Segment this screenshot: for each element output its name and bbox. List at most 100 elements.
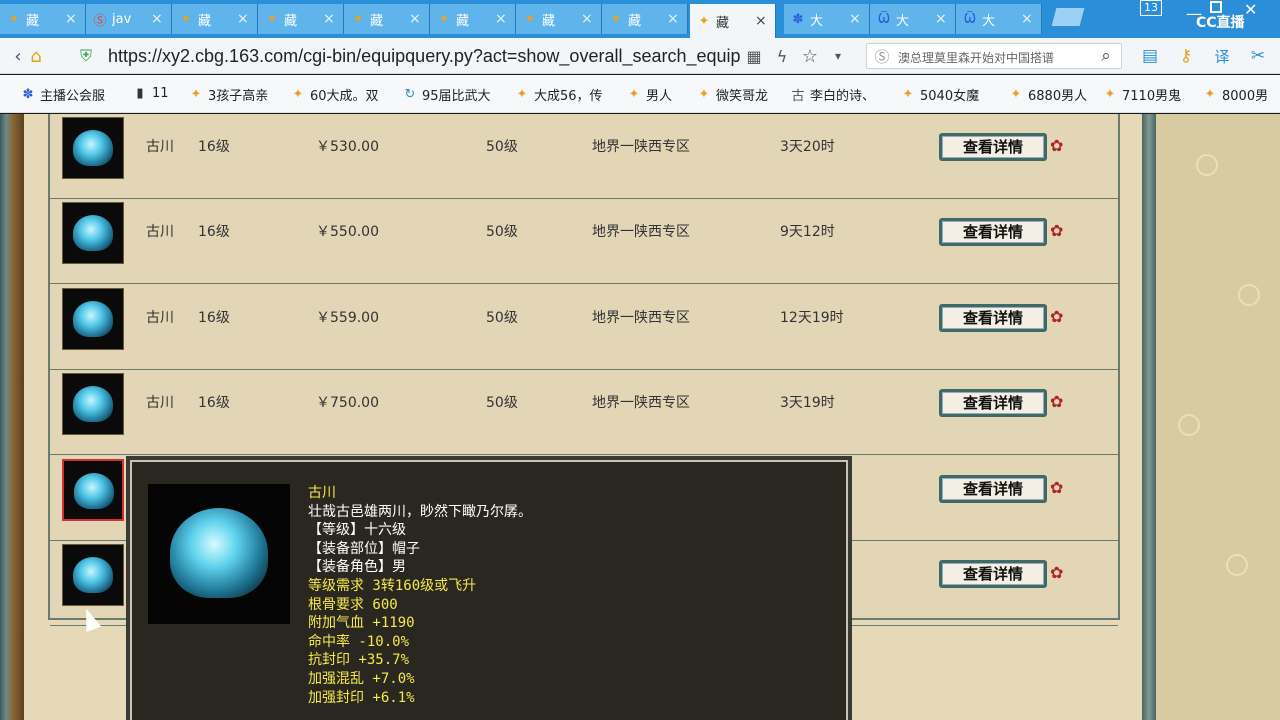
tab-close-icon[interactable]: × xyxy=(237,11,253,27)
tab-7[interactable]: ✦ 藏 × xyxy=(602,4,688,34)
poem-icon: 古 xyxy=(791,89,805,104)
view-details-button[interactable]: 查看详情 xyxy=(939,475,1047,503)
item-thumbnail[interactable] xyxy=(62,459,124,521)
tab-9[interactable]: ✽ 大 × xyxy=(784,4,870,34)
game-tab-icon: ✦ xyxy=(292,87,304,102)
bookmarks-bar: ✽ 主播公会服 ▮ 11 ✦ 3孩子高亲 ✦ 60大成。双 ↻ 95届比武大 ✦ 大成56，传 ✦ 男人 ✦… xyxy=(0,75,1280,113)
tab-8[interactable]: ✦ 藏 × xyxy=(690,4,776,38)
url-input[interactable]: https://xy2.cbg.163.com/cgi-bin/equipque… xyxy=(108,46,741,67)
bookmark-item[interactable]: ✦ 60大成。双 xyxy=(290,85,379,104)
tab-label: 藏 xyxy=(198,13,212,29)
tab-close-icon[interactable]: × xyxy=(323,11,339,27)
secure-shield-icon[interactable]: ⛨ xyxy=(74,44,98,68)
table-row[interactable]: 古川 16级 ￥550.00 50级 地界一陕西专区 9天12时 查看详情 ✿ xyxy=(50,199,1118,284)
favorite-star-icon[interactable]: ☆ xyxy=(798,44,822,68)
search-suggestion[interactable]: 澳总理莫里森开始对中国搭谱 xyxy=(898,49,1094,66)
tab-0[interactable]: ✦ 藏 × xyxy=(0,4,86,34)
tab-10[interactable]: Ѿ 大 × xyxy=(870,4,956,34)
game-tab-icon: ✦ xyxy=(438,11,450,27)
tab-4[interactable]: ✦ 藏 × xyxy=(344,4,430,34)
bookmark-item[interactable]: ✦ 6880男人 xyxy=(1008,85,1088,104)
tab-2[interactable]: ✦ 藏 × xyxy=(172,4,258,34)
window-close-icon[interactable]: ✕ xyxy=(1244,0,1257,19)
tab-close-icon[interactable]: × xyxy=(1021,11,1037,27)
bookmark-item[interactable]: ✦ 微笑哥龙 xyxy=(696,85,768,104)
game-wing-icon: Ѿ xyxy=(877,11,891,27)
item-thumbnail[interactable] xyxy=(62,373,124,435)
qr-code-icon[interactable]: ▦ xyxy=(742,44,766,68)
view-details-button[interactable]: 查看详情 xyxy=(939,304,1047,332)
tab-label: 藏 xyxy=(628,13,642,29)
tab-label: 大 xyxy=(982,13,996,29)
tab-close-icon[interactable]: × xyxy=(935,11,951,27)
helmet-icon xyxy=(73,215,113,251)
refresh-icon: ↻ xyxy=(404,87,416,102)
new-tab-button[interactable] xyxy=(1051,8,1085,26)
bookmark-item[interactable]: 古李白的诗、 xyxy=(790,85,875,104)
cell-price: ￥550.00 xyxy=(316,224,379,240)
tab-3[interactable]: ✦ 藏 × xyxy=(258,4,344,34)
item-thumbnail[interactable] xyxy=(62,117,124,179)
tab-close-icon[interactable]: × xyxy=(755,13,771,29)
game-tab-icon: ✦ xyxy=(352,11,364,27)
view-details-button[interactable]: 查看详情 xyxy=(939,133,1047,161)
home-icon[interactable]: ⌂ xyxy=(24,44,48,68)
game-tab-icon: ✦ xyxy=(902,87,914,102)
bookmark-item[interactable]: ✦ 8000男 xyxy=(1202,85,1269,104)
bookmark-item[interactable]: ✦ 大成56，传 xyxy=(514,85,603,104)
item-thumbnail[interactable] xyxy=(62,544,124,606)
tab-close-icon[interactable]: × xyxy=(495,11,511,27)
cell-server: 地界一陕西专区 xyxy=(592,139,690,155)
helmet-icon xyxy=(74,473,114,509)
bookmark-item[interactable]: ✦ 5040女魔 xyxy=(900,85,980,104)
bookmark-label: 主播公会服 xyxy=(40,89,106,104)
bookmark-item[interactable]: ↻ 95届比武大 xyxy=(402,85,491,104)
attribute-line: 【装备部位】帽子 xyxy=(308,540,420,557)
view-details-button[interactable]: 查看详情 xyxy=(939,389,1047,417)
bookmark-item[interactable]: ✦ 7110男鬼 xyxy=(1102,85,1182,104)
search-icon[interactable]: ⌕ xyxy=(1094,44,1118,68)
item-thumbnail[interactable] xyxy=(62,202,124,264)
bookmark-label: 李白的诗、 xyxy=(810,89,876,104)
lightning-icon[interactable]: ϟ xyxy=(770,44,794,68)
translate-icon[interactable]: 译 xyxy=(1210,44,1234,68)
table-row[interactable]: 古川 16级 ￥559.00 50级 地界一陕西专区 12天19时 查看详情 ✿ xyxy=(50,285,1118,370)
stat-line: 根骨要求 600 xyxy=(308,596,398,613)
tab-close-icon[interactable]: × xyxy=(65,11,81,27)
tab-5[interactable]: ✦ 藏 × xyxy=(430,4,516,34)
table-row[interactable]: 古川 16级 ￥750.00 50级 地界一陕西专区 3天19时 查看详情 ✿ xyxy=(50,370,1118,455)
stat-line: 命中率 -10.0% xyxy=(308,633,410,650)
tab-count-badge[interactable]: 13 xyxy=(1140,0,1162,16)
tab-11[interactable]: Ѿ 大 × xyxy=(956,4,1042,34)
view-details-button[interactable]: 查看详情 xyxy=(939,218,1047,246)
key-icon[interactable]: ⚷ xyxy=(1174,44,1198,68)
reader-icon[interactable]: ▤ xyxy=(1138,44,1162,68)
game-tab-icon: ✦ xyxy=(180,11,192,27)
tab-1[interactable]: Ⓢjav × xyxy=(86,4,172,34)
tab-close-icon[interactable]: × xyxy=(151,11,167,27)
sogou-icon: Ⓢ xyxy=(93,13,107,29)
bookmark-item[interactable]: ✦ 男人 xyxy=(626,85,672,104)
table-row[interactable]: 古川 16级 ￥530.00 50级 地界一陕西专区 3天20时 查看详情 ✿ xyxy=(50,114,1118,199)
bookmark-item[interactable]: ✦ 3孩子高亲 xyxy=(188,85,269,104)
tab-close-icon[interactable]: × xyxy=(409,11,425,27)
cell-price: ￥530.00 xyxy=(316,139,379,155)
view-details-button[interactable]: 查看详情 xyxy=(939,560,1047,588)
tab-6[interactable]: ✦ 藏 × xyxy=(516,4,602,34)
game-tab-icon: ✦ xyxy=(524,11,536,27)
tab-close-icon[interactable]: × xyxy=(581,11,597,27)
bookmark-item[interactable]: ▮ 11 xyxy=(132,85,168,101)
scissors-icon[interactable]: ✂ xyxy=(1246,44,1270,68)
stat-line: 等级需求 3转160级或飞升 xyxy=(308,577,477,594)
bookmark-item[interactable]: ✽ 主播公会服 xyxy=(20,85,105,104)
tab-label: 藏 xyxy=(456,13,470,29)
chevron-down-icon[interactable]: ▾ xyxy=(826,44,850,68)
game-tab-icon: ✦ xyxy=(610,11,622,27)
game-tab-icon: ✦ xyxy=(190,87,202,102)
stat-line: 加强混乱 +7.0% xyxy=(308,670,415,687)
tab-close-icon[interactable]: × xyxy=(667,11,683,27)
tab-close-icon[interactable]: × xyxy=(849,11,865,27)
game-tab-icon: ✦ xyxy=(266,11,278,27)
item-thumbnail[interactable] xyxy=(62,288,124,350)
cell-level: 16级 xyxy=(198,310,230,326)
